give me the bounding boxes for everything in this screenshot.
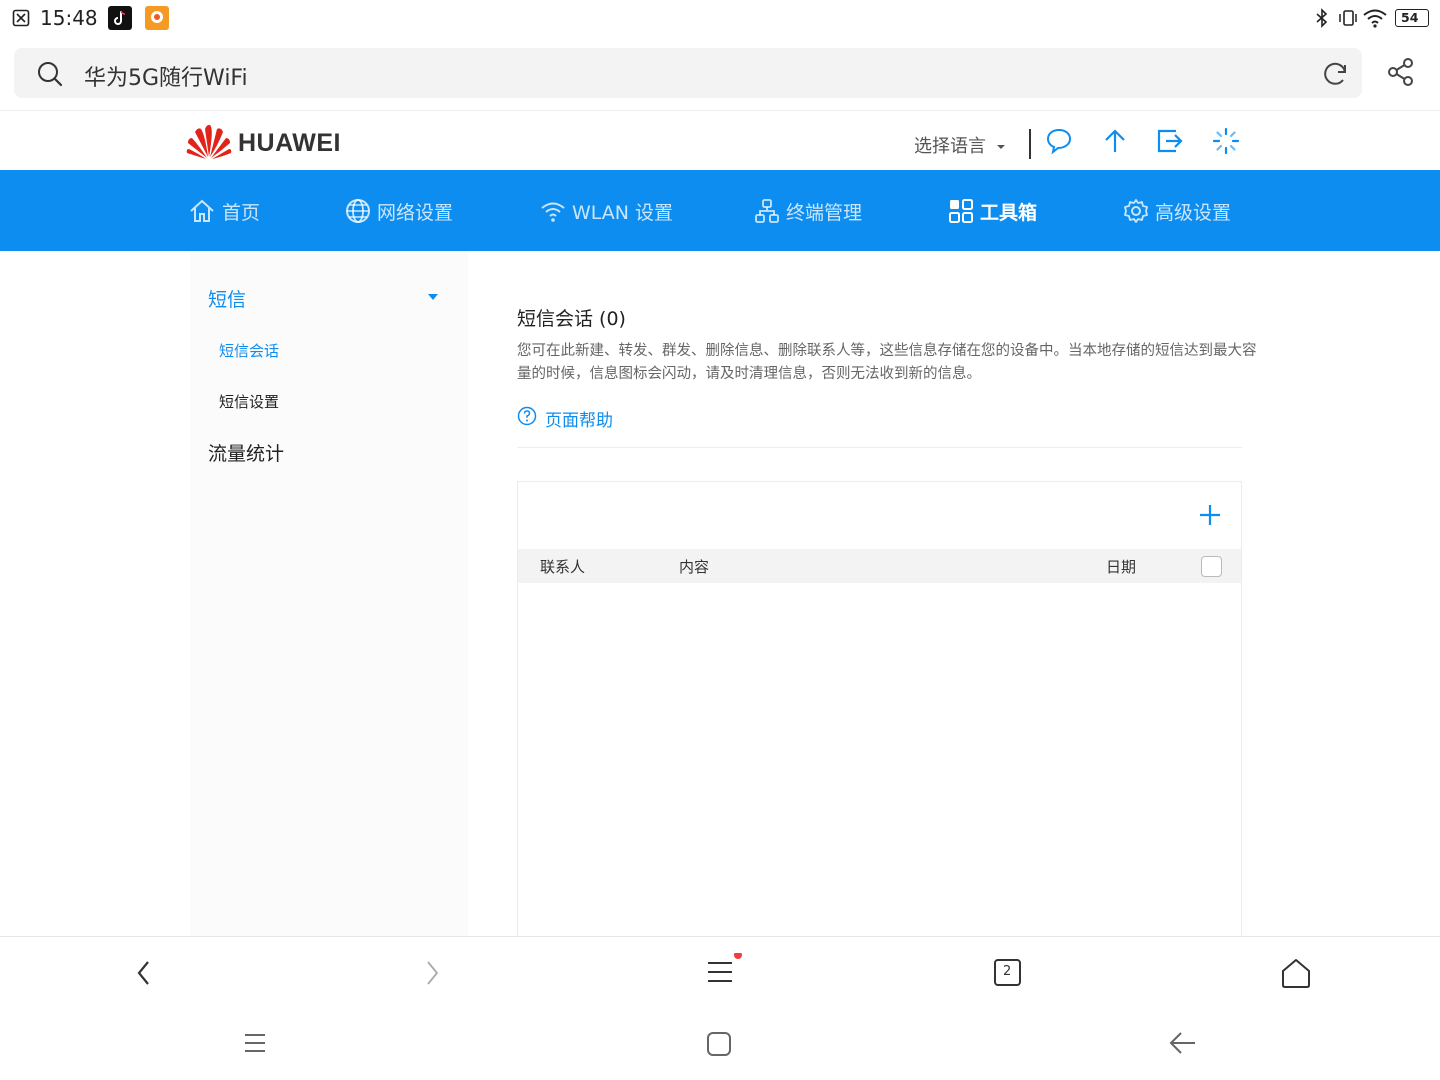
sidebar: 短信 短信会话 短信设置 流量统计 — [190, 251, 468, 937]
system-back-icon[interactable] — [1168, 1030, 1198, 1056]
bluetooth-icon — [1316, 8, 1328, 28]
battery-level: 54 — [1401, 10, 1419, 25]
app-notification-icon — [145, 6, 169, 30]
tiktok-app-icon — [108, 6, 132, 30]
upgrade-arrow-icon[interactable] — [1101, 127, 1129, 155]
tabs-button[interactable]: 2 — [994, 959, 1021, 986]
search-icon — [38, 62, 63, 87]
recents-icon[interactable] — [242, 1030, 268, 1056]
nav-advanced-settings[interactable]: 高级设置 — [1123, 194, 1231, 228]
home-page-icon[interactable] — [1280, 957, 1312, 989]
loading-spinner-icon — [1212, 127, 1240, 155]
col-date: 日期 — [1106, 558, 1137, 576]
router-header: HUAWEI 选择语言 — [0, 110, 1440, 170]
nav-wlan-settings[interactable]: WLAN 设置 — [540, 194, 673, 228]
battery-icon: 54 — [1395, 9, 1429, 27]
clock: 15:48 — [40, 6, 98, 30]
nav-network-settings[interactable]: 网络设置 — [345, 194, 453, 228]
add-message-button[interactable] — [1199, 504, 1221, 526]
home-button-icon[interactable] — [705, 1030, 733, 1058]
divider — [517, 447, 1242, 448]
page-help-link[interactable]: 页面帮助 — [545, 406, 613, 431]
nav-toolbox-label: 工具箱 — [980, 201, 1038, 224]
share-icon[interactable] — [1385, 56, 1417, 88]
sidebar-group-sms[interactable]: 短信 — [208, 285, 246, 312]
screenshot-blocked-icon — [12, 9, 30, 27]
system-navigation-bar — [0, 1008, 1440, 1080]
notification-dot — [734, 953, 742, 959]
sidebar-group-traffic-stats[interactable]: 流量统计 — [208, 439, 284, 466]
message-icon[interactable] — [1045, 127, 1073, 155]
back-icon[interactable] — [132, 959, 156, 987]
sidebar-item-sms-settings[interactable]: 短信设置 — [219, 391, 279, 412]
help-icon[interactable] — [517, 406, 537, 426]
brand-name: HUAWEI — [238, 129, 341, 157]
header-divider — [1029, 129, 1031, 159]
logout-icon[interactable] — [1156, 127, 1184, 155]
table-header: 联系人 内容 日期 — [518, 549, 1241, 583]
menu-icon[interactable] — [704, 953, 748, 989]
caret-down-icon — [996, 145, 1005, 149]
status-bar: 15:48 54 — [0, 0, 1440, 38]
language-select[interactable]: 选择语言 — [914, 132, 1006, 158]
home-icon — [190, 199, 214, 222]
toolbox-icon — [949, 199, 973, 223]
nav-wlan-label: WLAN 设置 — [572, 201, 674, 224]
vibrate-icon — [1339, 10, 1357, 26]
col-contact: 联系人 — [540, 558, 586, 576]
page-title: 短信会话 (0) — [517, 308, 626, 330]
select-all-checkbox[interactable] — [1201, 556, 1222, 577]
nav-home[interactable]: 首页 — [188, 194, 260, 228]
url-text[interactable]: 华为5G随行WiFi — [84, 60, 248, 92]
huawei-logo-icon — [186, 124, 232, 159]
nav-home-label: 首页 — [222, 201, 261, 224]
sidebar-item-sms-conversations[interactable]: 短信会话 — [219, 340, 279, 361]
language-label: 选择语言 — [914, 136, 986, 157]
wifi-icon — [541, 202, 565, 222]
tab-count: 2 — [1003, 964, 1012, 979]
wifi-signal-icon — [1363, 9, 1387, 28]
globe-icon — [346, 199, 370, 223]
caret-down-icon[interactable] — [427, 293, 439, 301]
nav-network-label: 网络设置 — [377, 201, 454, 224]
sms-conversation-table: 联系人 内容 日期 — [517, 481, 1242, 937]
refresh-icon[interactable] — [1322, 60, 1350, 88]
address-bar[interactable]: 华为5G随行WiFi — [14, 48, 1362, 98]
nav-device-management[interactable]: 终端管理 — [754, 194, 862, 228]
nav-devices-label: 终端管理 — [786, 201, 863, 224]
page-description: 您可在此新建、转发、群发、删除信息、删除联系人等，这些信息存储在您的设备中。当本… — [517, 343, 1257, 382]
nav-advanced-label: 高级设置 — [1155, 201, 1232, 224]
browser-toolbar: 2 — [0, 936, 1440, 1008]
forward-icon[interactable] — [420, 959, 444, 987]
gear-icon — [1124, 199, 1148, 223]
devices-icon — [755, 199, 779, 223]
nav-toolbox[interactable]: 工具箱 — [948, 194, 1037, 228]
col-content: 内容 — [679, 558, 710, 576]
main-nav: 首页 网络设置 WLAN 设置 终端管理 工具箱 高级设置 — [0, 170, 1440, 251]
